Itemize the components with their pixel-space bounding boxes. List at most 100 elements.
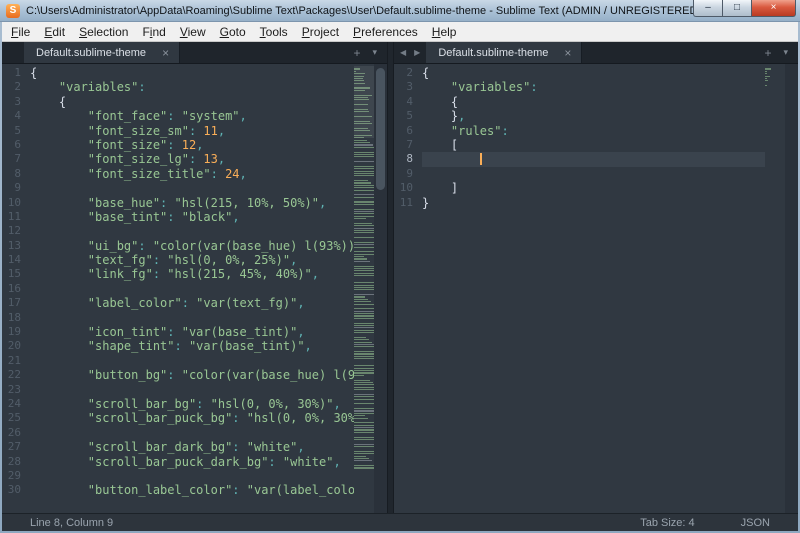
code-line-text[interactable] — [422, 167, 765, 181]
code-line[interactable]: 25 "scroll_bar_puck_bg": "hsl(0, 0%, 30%… — [2, 411, 354, 425]
code-line-text[interactable]: "icon_tint": "var(base_tint)", — [30, 325, 354, 339]
minimap-right[interactable] — [765, 66, 785, 513]
code-line[interactable]: 6 "font_size": 12, — [2, 138, 354, 152]
code-line[interactable]: 13 "ui_bg": "color(var(base_hue) l(93%))… — [2, 239, 354, 253]
tab-overflow-button[interactable]: ▾ — [783, 48, 788, 57]
code-line[interactable]: 7 "font_size_lg": 13, — [2, 152, 354, 166]
tab-default-sublime-theme-right[interactable]: Default.sublime-theme × — [426, 42, 582, 63]
code-line[interactable]: 8 "font_size_title": 24, — [2, 167, 354, 181]
pane-divider[interactable] — [387, 42, 394, 513]
code-line[interactable]: 7 [ — [394, 138, 765, 152]
code-line-text[interactable]: }, — [422, 109, 765, 123]
code-line-text[interactable]: "variables": — [30, 80, 354, 94]
scrollbar-puck-left[interactable] — [376, 68, 385, 189]
menu-item-edit[interactable]: Edit — [37, 23, 72, 41]
code-line[interactable]: 9 — [2, 181, 354, 195]
code-line-text[interactable]: "scroll_bar_puck_dark_bg": "white", — [30, 455, 354, 469]
tab-overflow-button[interactable]: ▾ — [372, 48, 377, 57]
code-line[interactable]: 5 "font_size_sm": 11, — [2, 124, 354, 138]
code-line[interactable]: 9 — [394, 167, 765, 181]
code-line-text[interactable]: "font_size_sm": 11, — [30, 124, 354, 138]
code-line[interactable]: 2{ — [394, 66, 765, 80]
code-line[interactable]: 3 { — [2, 95, 354, 109]
close-button[interactable]: × — [751, 0, 796, 17]
menu-item-preferences[interactable]: Preferences — [346, 23, 425, 41]
code-line-text[interactable]: "shape_tint": "var(base_tint)", — [30, 339, 354, 353]
code-line-text[interactable] — [30, 311, 354, 325]
minimap-left[interactable] — [354, 66, 374, 513]
minimize-button[interactable]: – — [693, 0, 722, 17]
tab-close-icon[interactable]: × — [564, 47, 571, 59]
menu-item-selection[interactable]: Selection — [72, 23, 135, 41]
code-line[interactable]: 11} — [394, 196, 765, 210]
menu-item-find[interactable]: Find — [135, 23, 172, 41]
new-tab-button[interactable]: + — [764, 47, 771, 59]
code-line[interactable]: 23 — [2, 383, 354, 397]
code-line-text[interactable]: "scroll_bar_puck_bg": "hsl(0, 0%, 30%)", — [30, 411, 354, 425]
maximize-button[interactable]: □ — [722, 0, 751, 17]
code-line[interactable]: 20 "shape_tint": "var(base_tint)", — [2, 339, 354, 353]
scrollbar-right[interactable] — [785, 64, 798, 513]
code-line-text[interactable]: "text_fg": "hsl(0, 0%, 25%)", — [30, 253, 354, 267]
code-line-text[interactable] — [30, 181, 354, 195]
status-cursor-position[interactable]: Line 8, Column 9 — [30, 517, 113, 529]
editor-left[interactable]: 1{2 "variables":3 {4 "font_face": "syste… — [2, 64, 387, 513]
code-line[interactable]: 30 "button_label_color": "var(label_colo… — [2, 483, 354, 497]
code-line[interactable]: 18 — [2, 311, 354, 325]
code-line-text[interactable]: "button_label_color": "var(label_color)"… — [30, 483, 354, 497]
menu-item-goto[interactable]: Goto — [213, 23, 253, 41]
code-line[interactable]: 26 — [2, 426, 354, 440]
status-tab-size[interactable]: Tab Size: 4 — [640, 517, 694, 529]
menu-item-tools[interactable]: Tools — [253, 23, 295, 41]
code-rows-left[interactable]: 1{2 "variables":3 {4 "font_face": "syste… — [2, 66, 354, 513]
scrollbar-left[interactable] — [374, 64, 387, 513]
code-line[interactable]: 16 — [2, 282, 354, 296]
code-line-text[interactable]: "rules": — [422, 124, 765, 138]
code-line[interactable]: 22 "button_bg": "color(var(base_hue) l(9… — [2, 368, 354, 382]
code-line[interactable]: 17 "label_color": "var(text_fg)", — [2, 296, 354, 310]
code-line[interactable]: 24 "scroll_bar_bg": "hsl(0, 0%, 30%)", — [2, 397, 354, 411]
code-line-text[interactable]: "font_size_lg": 13, — [30, 152, 354, 166]
code-line-text[interactable]: "font_size": 12, — [30, 138, 354, 152]
code-line[interactable]: 28 "scroll_bar_puck_dark_bg": "white", — [2, 455, 354, 469]
code-line-text[interactable]: "link_fg": "hsl(215, 45%, 40%)", — [30, 267, 354, 281]
code-line-text[interactable]: "font_face": "system", — [30, 109, 354, 123]
code-line[interactable]: 10 "base_hue": "hsl(215, 10%, 50%)", — [2, 196, 354, 210]
menu-item-view[interactable]: View — [173, 23, 213, 41]
code-line-text[interactable]: { — [30, 66, 354, 80]
code-line-text[interactable] — [422, 152, 765, 166]
code-line-text[interactable]: "button_bg": "color(var(base_hue) l(98%)… — [30, 368, 354, 382]
code-line-text[interactable] — [30, 282, 354, 296]
code-line[interactable]: 6 "rules": — [394, 124, 765, 138]
new-tab-button[interactable]: + — [353, 47, 360, 59]
code-line[interactable]: 8 — [394, 152, 765, 166]
code-line-text[interactable]: "font_size_title": 24, — [30, 167, 354, 181]
code-line-text[interactable]: { — [422, 95, 765, 109]
code-line[interactable]: 21 — [2, 354, 354, 368]
code-line[interactable]: 19 "icon_tint": "var(base_tint)", — [2, 325, 354, 339]
code-line-text[interactable]: "ui_bg": "color(var(base_hue) l(93%))", — [30, 239, 354, 253]
code-line-text[interactable]: "scroll_bar_bg": "hsl(0, 0%, 30%)", — [30, 397, 354, 411]
minimap-viewport[interactable] — [354, 66, 374, 138]
status-syntax[interactable]: JSON — [741, 517, 770, 529]
code-rows-right[interactable]: 2{3 "variables":4 {5 },6 "rules":7 [8 91… — [394, 66, 765, 513]
code-line-text[interactable]: "base_hue": "hsl(215, 10%, 50%)", — [30, 196, 354, 210]
code-line-text[interactable]: [ — [422, 138, 765, 152]
code-line[interactable]: 11 "base_tint": "black", — [2, 210, 354, 224]
code-line[interactable]: 29 — [2, 469, 354, 483]
code-line[interactable]: 4 "font_face": "system", — [2, 109, 354, 123]
code-line-text[interactable]: } — [422, 196, 765, 210]
code-line[interactable]: 15 "link_fg": "hsl(215, 45%, 40%)", — [2, 267, 354, 281]
code-line-text[interactable] — [30, 469, 354, 483]
code-line[interactable]: 12 — [2, 224, 354, 238]
tab-close-icon[interactable]: × — [162, 47, 169, 59]
code-line-text[interactable]: "scroll_bar_dark_bg": "white", — [30, 440, 354, 454]
tab-default-sublime-theme-left[interactable]: Default.sublime-theme × — [24, 42, 180, 63]
tab-scroll-right-icon[interactable]: ▶ — [412, 48, 422, 57]
code-line-text[interactable]: "variables": — [422, 80, 765, 94]
code-line[interactable]: 2 "variables": — [2, 80, 354, 94]
code-line[interactable]: 27 "scroll_bar_dark_bg": "white", — [2, 440, 354, 454]
code-line-text[interactable] — [30, 354, 354, 368]
menu-item-file[interactable]: File — [4, 23, 37, 41]
code-line-text[interactable] — [30, 426, 354, 440]
